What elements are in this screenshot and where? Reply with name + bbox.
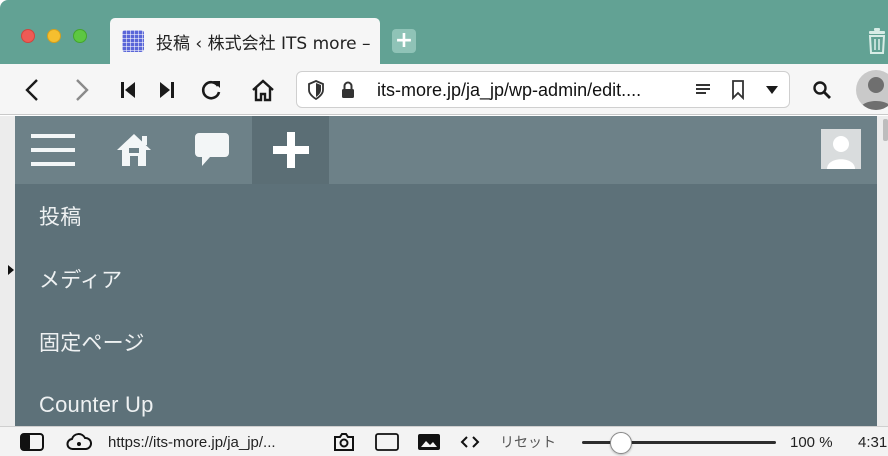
panel-toggle-icon[interactable]: [20, 427, 44, 456]
search-icon: [813, 80, 831, 99]
trash-icon[interactable]: [866, 28, 888, 54]
url-text[interactable]: its-more.jp/ja_jp/wp-admin/edit....: [377, 80, 641, 101]
scrollbar-thumb[interactable]: [883, 119, 888, 141]
close-window-button[interactable]: [21, 29, 35, 43]
shield-icon[interactable]: [307, 72, 325, 107]
reader-view-icon[interactable]: [695, 72, 711, 107]
user-avatar[interactable]: [821, 129, 861, 169]
back-button[interactable]: [18, 64, 46, 115]
hamburger-menu-icon: [31, 134, 75, 166]
bookmark-icon[interactable]: [731, 72, 745, 107]
chevron-left-icon: [25, 78, 38, 101]
home-button[interactable]: [248, 64, 278, 115]
user-silhouette-icon: [821, 129, 861, 169]
menu-item-posts[interactable]: 投稿: [15, 184, 877, 247]
wp-admin-page: 投稿 メディア 固定ページ Counter Up: [15, 116, 877, 426]
search-button[interactable]: [808, 64, 836, 115]
skip-forward-icon: [160, 81, 174, 98]
tab-title: 投稿 ‹ 株式会社 ITS more –: [156, 33, 371, 54]
lock-icon[interactable]: [341, 72, 355, 107]
reload-icon: [201, 80, 221, 99]
menu-item-media[interactable]: メディア: [15, 247, 877, 310]
reload-button[interactable]: [196, 64, 226, 115]
home-icon: [252, 78, 274, 101]
site-home-link[interactable]: [101, 116, 167, 184]
new-content-button[interactable]: [252, 116, 329, 184]
camera-icon[interactable]: [333, 427, 355, 456]
skip-back-icon: [121, 81, 135, 98]
zoom-reset-button[interactable]: リセット: [500, 427, 556, 456]
new-tab-button[interactable]: +: [392, 29, 416, 53]
code-icon[interactable]: [460, 427, 480, 456]
comments-link[interactable]: [179, 116, 245, 184]
expand-arrow-icon[interactable]: [8, 265, 14, 275]
active-tab[interactable]: 投稿 ‹ 株式会社 ITS more –: [110, 18, 380, 64]
scrollbar-track[interactable]: [877, 116, 888, 426]
image-icon[interactable]: [417, 427, 441, 456]
address-bar[interactable]: its-more.jp/ja_jp/wp-admin/edit....: [296, 71, 790, 108]
maximize-window-button[interactable]: [73, 29, 87, 43]
browser-toolbar: its-more.jp/ja_jp/wp-admin/edit....: [0, 64, 888, 115]
plus-icon: [272, 132, 309, 168]
status-link-url: https://its-more.jp/ja_jp/...: [108, 433, 276, 451]
comment-bubble-icon: [195, 133, 229, 166]
cloud-sync-icon[interactable]: [66, 427, 92, 456]
user-silhouette-icon: [860, 77, 888, 110]
status-bar: https://its-more.jp/ja_jp/... リセット 100 %…: [0, 426, 888, 456]
minimize-window-button[interactable]: [47, 29, 61, 43]
zoom-slider-thumb[interactable]: [609, 432, 632, 454]
clock: 4:31: [858, 433, 888, 451]
admin-menu: 投稿 メディア 固定ページ Counter Up: [15, 184, 877, 436]
site-favicon-icon: [122, 30, 144, 52]
browser-profile-avatar[interactable]: [856, 70, 888, 110]
zoom-level: 100 %: [790, 433, 833, 451]
wp-admin-bar: [15, 116, 877, 184]
admin-menu-toggle[interactable]: [15, 116, 91, 184]
skip-back-button[interactable]: [116, 64, 140, 115]
menu-item-pages[interactable]: 固定ページ: [15, 310, 877, 373]
home-icon: [117, 134, 151, 166]
dropdown-arrow-icon[interactable]: [765, 72, 779, 107]
skip-forward-button[interactable]: [155, 64, 179, 115]
tab-strip: 投稿 ‹ 株式会社 ITS more – +: [0, 0, 888, 64]
forward-button[interactable]: [68, 64, 96, 115]
window-tile-icon[interactable]: [375, 427, 399, 456]
chevron-right-icon: [76, 78, 89, 101]
